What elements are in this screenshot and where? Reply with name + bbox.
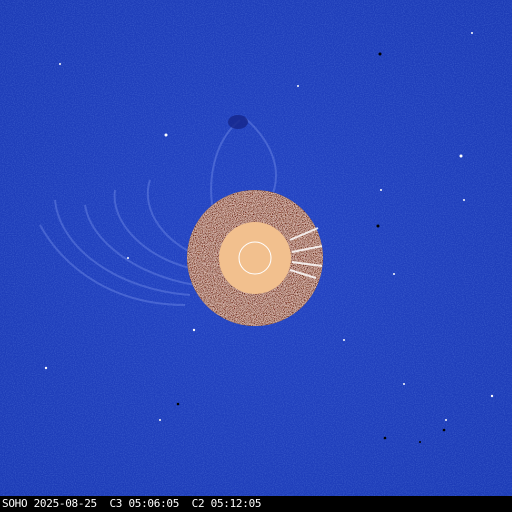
coronagraph-svg [0,0,512,496]
coronagraph-image: SOHO 2025-08-25 C3 05:06:05 C2 05:12:05 [0,0,512,512]
dark-feature [228,115,248,129]
caption-bar: SOHO 2025-08-25 C3 05:06:05 C2 05:12:05 [0,496,512,512]
occulter-disk [219,222,291,294]
image-caption: SOHO 2025-08-25 C3 05:06:05 C2 05:12:05 [2,497,262,510]
